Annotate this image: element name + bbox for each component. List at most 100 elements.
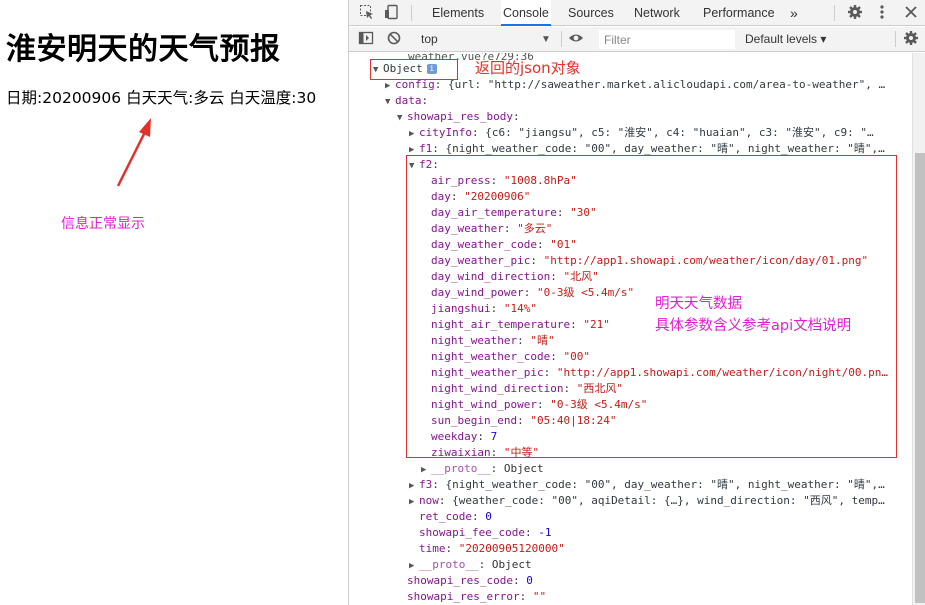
property-key: now — [419, 494, 439, 507]
colon: : — [471, 126, 479, 139]
property-key: showapi_res_code — [407, 574, 513, 587]
day-temp-value: 30 — [296, 89, 317, 107]
property-key: showapi_res_error — [407, 590, 520, 603]
date-value: 20200906 — [42, 89, 122, 107]
property-key: time — [419, 542, 446, 555]
colon: : — [432, 478, 439, 491]
property-value: 0 — [485, 510, 492, 523]
collapsed-triangle-icon[interactable]: ▶ — [421, 462, 431, 478]
property-key: f1 — [419, 142, 433, 155]
tab-console[interactable]: Console — [501, 0, 551, 26]
console-line: showapi_res_error: "" — [397, 589, 546, 605]
console-line[interactable]: ▶ __proto__: Object — [409, 557, 532, 573]
object-preview: {weather_code: "00", aqiDetail: {…}, win… — [445, 494, 885, 507]
console-line: time: "20200905120000" — [409, 541, 565, 557]
colon: : — [512, 110, 520, 123]
property-key: __proto__ — [419, 558, 479, 571]
sidebar-toggle-icon[interactable] — [357, 30, 375, 48]
tab-elements[interactable]: Elements — [430, 0, 486, 26]
property-key: showapi_res_body — [407, 110, 513, 123]
scrollbar-thumb[interactable] — [915, 153, 925, 603]
tab-performance[interactable]: Performance — [701, 0, 777, 26]
console-scrollbar[interactable] — [912, 53, 925, 605]
console-settings-gear-icon[interactable] — [902, 30, 920, 48]
context-select[interactable]: top — [419, 30, 555, 49]
chevron-down-icon: ▼ — [541, 34, 551, 45]
console-line[interactable]: ▼ data: — [385, 93, 428, 109]
colon: : — [438, 494, 446, 507]
property-value: -1 — [538, 526, 552, 539]
close-icon[interactable] — [902, 4, 920, 22]
property-value: 0 — [526, 574, 533, 587]
toolbar-divider — [834, 5, 835, 21]
colon: : — [524, 526, 532, 539]
day-weather-label: 白天天气: — [126, 89, 194, 107]
console-toolbar: top ▼ Filter Default levels ▾ — [349, 27, 925, 52]
collapsed-triangle-icon[interactable]: ▶ — [385, 78, 395, 94]
object-preview: {night_weather_code: "00", day_weather: … — [438, 142, 885, 155]
devtools-tabbar: Elements Console Sources Network Perform… — [349, 0, 925, 26]
web-page: 淮安明天的天气预报 日期:20200906 白天天气:多云 白天温度:30 信息… — [0, 0, 348, 605]
colon: : — [512, 574, 520, 587]
annotation-note-object: 返回的json对象 — [475, 59, 581, 77]
collapsed-triangle-icon[interactable]: ▶ — [409, 558, 419, 574]
property-key: f3 — [419, 478, 433, 491]
property-value: "20200905120000" — [458, 542, 565, 555]
kebab-menu-icon[interactable] — [873, 4, 891, 22]
collapsed-triangle-icon[interactable]: ▶ — [409, 126, 419, 142]
toolbar-divider — [411, 5, 412, 21]
expanded-triangle-icon[interactable]: ▼ — [385, 94, 395, 110]
toolbar-divider — [895, 31, 896, 47]
console-line[interactable]: ▶ f3: {night_weather_code: "00", day_weat… — [409, 477, 885, 493]
tab-sources[interactable]: Sources — [566, 0, 616, 26]
property-key: __proto__ — [431, 462, 491, 475]
annotation-box-f2 — [406, 155, 897, 458]
console-line: showapi_fee_code: -1 — [409, 525, 551, 541]
day-temp-label: 白天温度: — [229, 89, 297, 107]
clear-console-icon[interactable] — [385, 30, 403, 48]
expanded-triangle-icon[interactable]: ▼ — [397, 110, 407, 126]
settings-gear-icon[interactable] — [846, 4, 864, 22]
console-line[interactable]: ▶ now: {weather_code: "00", aqiDetail: {…… — [409, 493, 885, 509]
console-line[interactable]: ▶ __proto__: Object — [421, 461, 544, 477]
weather-info-line: 日期:20200906 白天天气:多云 白天温度:30 — [6, 86, 316, 108]
colon: : — [421, 94, 429, 107]
filter-input[interactable]: Filter — [599, 30, 735, 49]
console-line: ret_code: 0 — [409, 509, 492, 525]
more-tabs-button[interactable]: » — [788, 0, 800, 26]
annotation-note-left: 信息正常显示 — [61, 216, 145, 232]
property-key: ret_code — [419, 510, 472, 523]
tab-network[interactable]: Network — [632, 0, 682, 26]
property-key: cityInfo — [419, 126, 472, 139]
eye-icon[interactable] — [567, 30, 585, 48]
property-value: "" — [532, 590, 547, 603]
colon: : — [432, 142, 439, 155]
collapsed-triangle-icon[interactable]: ▶ — [409, 478, 419, 494]
day-weather-value: 多云 — [193, 89, 225, 107]
annotation-note-f2-line1: 明天天气数据 — [655, 296, 742, 312]
log-levels-dropdown[interactable]: Default levels ▾ — [745, 30, 826, 49]
annotation-arrow — [116, 118, 151, 187]
console-line: showapi_res_code: 0 — [397, 573, 533, 589]
property-value: Object — [491, 558, 532, 571]
device-toggle-icon[interactable] — [383, 4, 401, 22]
property-key: data — [395, 94, 422, 107]
property-value: Object — [503, 462, 544, 475]
colon: : — [471, 510, 479, 523]
object-preview: {night_weather_code: "00", day_weather: … — [438, 478, 885, 491]
toolbar-divider — [561, 31, 562, 47]
console-line[interactable]: ▶ config: {url: "http://saweather.market.… — [385, 77, 885, 93]
property-key: showapi_fee_code — [419, 526, 525, 539]
console-line[interactable]: ▼ showapi_res_body: — [397, 109, 520, 125]
object-preview: {c6: "jiangsu", c5: "淮安", c4: "huaian", … — [478, 126, 874, 139]
collapsed-triangle-icon[interactable]: ▶ — [409, 494, 419, 510]
console-line[interactable]: ▶ cityInfo: {c6: "jiangsu", c5: "淮安", c4:… — [409, 125, 874, 141]
object-preview: {url: "http://saweather.market.aliclouda… — [441, 78, 886, 91]
annotation-box-object — [370, 59, 458, 80]
inspect-icon[interactable] — [358, 4, 376, 22]
annotation-note-f2-line2: 具体参数含义参考api文档说明 — [655, 318, 852, 334]
